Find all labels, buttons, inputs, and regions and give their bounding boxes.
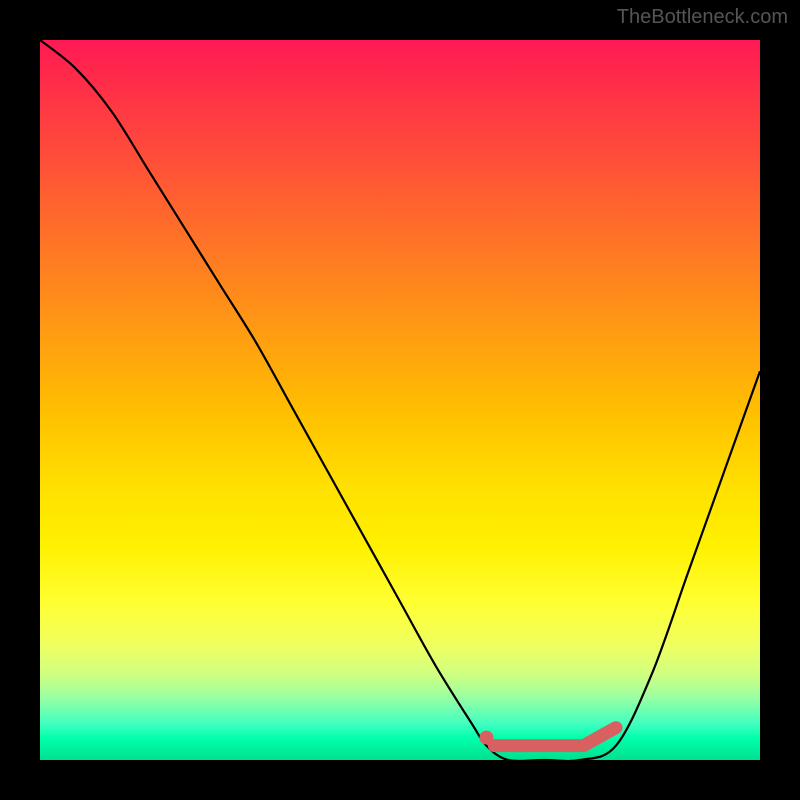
chart-container: TheBottleneck.com (0, 0, 800, 800)
plot-area (40, 40, 760, 760)
curve-svg (40, 40, 760, 760)
bottleneck-curve (40, 40, 760, 760)
attribution-text: TheBottleneck.com (617, 6, 788, 29)
optimal-marker-line (494, 728, 616, 746)
